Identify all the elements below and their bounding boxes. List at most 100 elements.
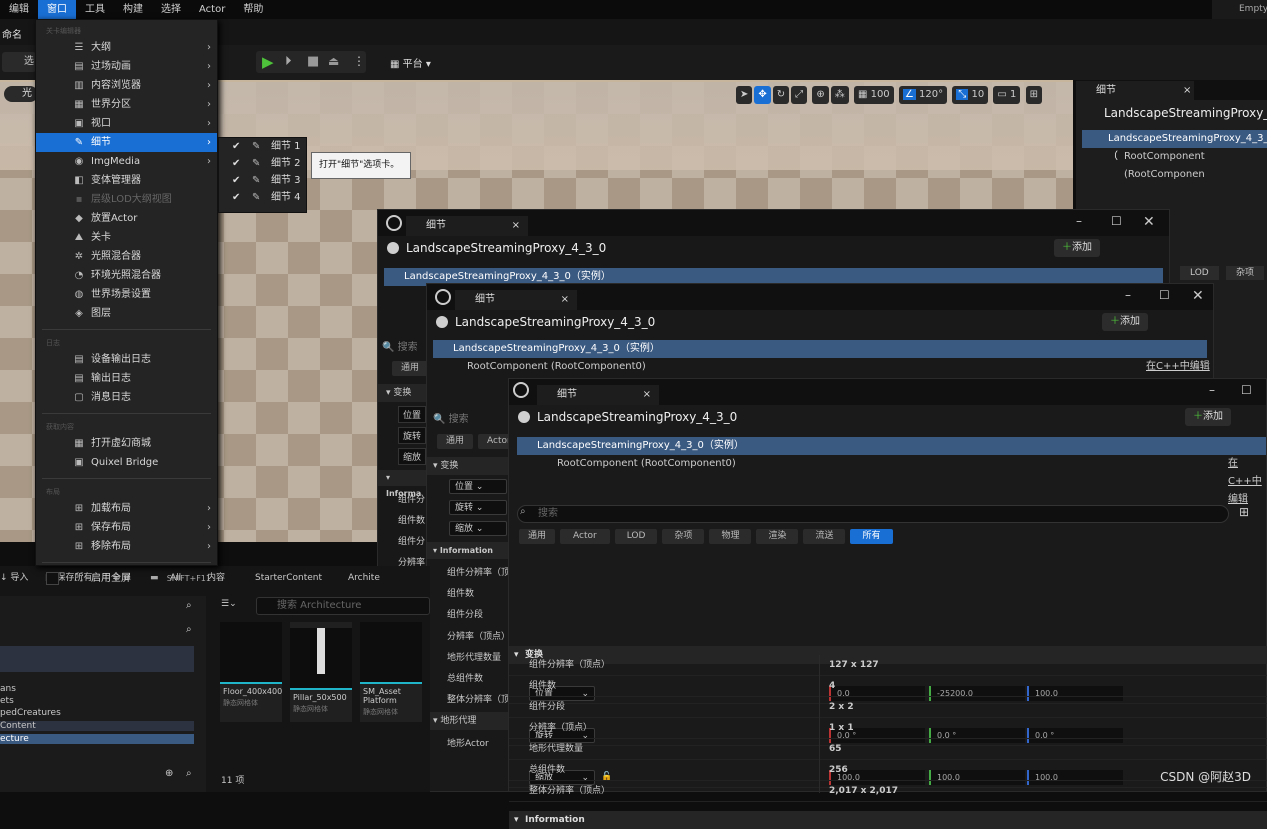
tab-details-docked[interactable]: 细节 ×	[1076, 81, 1194, 100]
filter-icon[interactable]: ☰⌄	[221, 599, 237, 609]
rotation-dropdown[interactable]: 旋转	[398, 427, 427, 444]
chip-lod[interactable]: LOD	[614, 529, 658, 544]
chip-general[interactable]: 通用	[519, 529, 556, 544]
chip-rendering[interactable]: 渲染	[756, 529, 799, 544]
selected-actor-row[interactable]: LandscapeStreamingProxy_4_3_0（实例）	[517, 437, 1266, 455]
angle-snap-button[interactable]: ∠ 120°	[898, 86, 948, 104]
asset-tile[interactable]: Pillar_50x500 静态网格体	[290, 622, 352, 722]
search-icon[interactable]: ⌕	[186, 768, 192, 779]
menu-item-device-log[interactable]: ▤ 设备输出日志	[36, 350, 217, 369]
menu-item-save-layout[interactable]: ⊞ 保存布局 ›	[36, 518, 217, 537]
chip-lod-docked[interactable]: LOD	[1180, 266, 1219, 280]
section-transform[interactable]: ▾ 变换	[427, 457, 509, 475]
edit-cpp-link[interactable]: 在C++中编辑	[1146, 358, 1210, 376]
scale-snap-button[interactable]: ⤡ 10	[952, 86, 989, 104]
chip-streaming[interactable]: 流送	[803, 529, 846, 544]
tree-item[interactable]: ets	[0, 696, 14, 706]
location-dropdown[interactable]: 位置	[398, 406, 427, 423]
minimize-icon[interactable]: –	[1125, 288, 1131, 302]
select-mode-button[interactable]: 选	[2, 52, 36, 72]
menu-item-levels[interactable]: ⛰ 关卡	[36, 228, 217, 247]
chip-misc[interactable]: 杂项	[662, 529, 705, 544]
grid-snap-button[interactable]: ▦ 100	[853, 86, 894, 104]
menu-item-viewport[interactable]: ▣ 视口 ›	[36, 114, 217, 133]
selected-actor-row[interactable]: LandscapeStreamingProxy_4_3_0（	[1082, 130, 1267, 162]
close-window-icon[interactable]: ✕	[1143, 214, 1155, 230]
menu-item-quixel[interactable]: ▣ Quixel Bridge	[36, 453, 217, 472]
add-icon[interactable]: ⊕	[165, 768, 173, 779]
menu-item-world-settings[interactable]: ◍ 世界场景设置	[36, 285, 217, 304]
menu-item-outliner[interactable]: ☰ 大纲 ›	[36, 38, 217, 57]
tree-item[interactable]: ans	[0, 684, 16, 694]
menu-item-layers[interactable]: ◈ 图层	[36, 304, 217, 323]
tree-item[interactable]: pedCreatures	[0, 708, 61, 718]
tab-details-1[interactable]: 细节 ×	[406, 216, 528, 236]
search-icon[interactable]: ⌕	[186, 624, 192, 635]
asset-tile[interactable]: SM_Asset Platform 静态网格体	[360, 622, 422, 722]
menu-window[interactable]: 窗口	[38, 0, 76, 19]
location-dropdown[interactable]: 位置 ⌄	[449, 479, 507, 494]
edit-cpp-link[interactable]: 在C++中编辑	[1228, 455, 1266, 509]
menu-item-marketplace[interactable]: ▦ 打开虚幻商城	[36, 434, 217, 453]
close-icon[interactable]: ×	[1183, 81, 1191, 100]
tree-item-selected[interactable]: ecture	[0, 734, 194, 744]
maximize-icon[interactable]: ☐	[1111, 214, 1122, 228]
chip-actor[interactable]: Actor	[560, 529, 610, 544]
section-transform[interactable]: ▾ 变换	[378, 384, 428, 402]
close-icon[interactable]: ×	[643, 385, 651, 405]
section-information[interactable]: ▾ Informa	[378, 470, 428, 498]
selected-actor-row[interactable]: LandscapeStreamingProxy_4_3_0（实例）	[433, 340, 1207, 358]
close-icon[interactable]: ×	[512, 216, 520, 236]
camera-speed-button[interactable]: ▭ 1	[993, 86, 1021, 104]
menu-item-details[interactable]: ✎ 细节 ›	[36, 133, 217, 152]
tab-details-3[interactable]: 细节 ×	[537, 385, 659, 405]
viewport-mode-button[interactable]: 光	[4, 86, 38, 102]
tab-details-2[interactable]: 细节 ×	[455, 290, 577, 310]
root-component-row[interactable]: RootComponent (RootComponent0) 在C++中编辑	[427, 358, 1213, 376]
minimize-icon[interactable]: –	[1076, 214, 1082, 228]
close-window-icon[interactable]: ✕	[1192, 288, 1204, 304]
menu-item-message-log[interactable]: ▢ 消息日志	[36, 388, 217, 407]
maximize-icon[interactable]: ☐	[1241, 383, 1252, 397]
submenu-details-4[interactable]: ✔ ✎ 细节 4	[219, 189, 306, 206]
chip-physics[interactable]: 物理	[709, 529, 752, 544]
menu-item-world-partition[interactable]: ▦ 世界分区 ›	[36, 95, 217, 114]
breadcrumb-starter[interactable]: StarterContent	[255, 566, 322, 590]
menu-item-load-layout[interactable]: ⊞ 加载布局 ›	[36, 499, 217, 518]
menu-help[interactable]: 帮助	[234, 0, 272, 19]
menu-item-variant-manager[interactable]: ◧ 变体管理器	[36, 171, 217, 190]
maximize-viewport-icon[interactable]: ⊞	[1025, 86, 1042, 104]
menu-tools[interactable]: 工具	[76, 0, 114, 19]
import-button[interactable]: ↓ 导入	[0, 566, 28, 590]
add-component-button[interactable]: ＋添加	[1185, 408, 1231, 426]
minimize-icon[interactable]: –	[1209, 383, 1215, 397]
submenu-details-2[interactable]: ✔ ✎ 细节 2	[219, 155, 306, 172]
menu-item-cinematics[interactable]: ▤ 过场动画 ›	[36, 57, 217, 76]
platform-button[interactable]: ▦ 平台 ▾	[390, 55, 431, 70]
root-component-row[interactable]: RootComponent (RootComponen	[1076, 148, 1267, 180]
menu-item-output-log[interactable]: ▤ 输出日志	[36, 369, 217, 388]
asset-search-input[interactable]: 搜索 Architecture	[256, 597, 430, 615]
step-icon[interactable]: ⏵	[285, 54, 292, 69]
menu-item-content-browser[interactable]: ▥ 内容浏览器 ›	[36, 76, 217, 95]
asset-tile[interactable]: Floor_400x400 静态网格体	[220, 622, 282, 722]
eject-icon[interactable]: ⏏	[328, 54, 339, 68]
menu-edit[interactable]: 编辑	[0, 0, 38, 19]
menu-build[interactable]: 构建	[114, 0, 152, 19]
scale-dropdown[interactable]: 缩放	[398, 448, 427, 465]
scale-dropdown[interactable]: 缩放 ⌄	[449, 521, 507, 536]
menu-item-env-light-mixer[interactable]: ◔ 环境光照混合器	[36, 266, 217, 285]
stop-icon[interactable]: ■	[307, 54, 319, 69]
menu-item-fullscreen[interactable]: ⛶ 启用全屏 SHIFT+F11	[36, 569, 217, 588]
chip-all[interactable]: 所有	[850, 529, 893, 544]
breadcrumb-arch[interactable]: Archite	[348, 566, 380, 590]
select-tool-icon[interactable]: ➤	[736, 86, 753, 104]
chip-misc-docked[interactable]: 杂项	[1226, 266, 1265, 280]
submenu-details-3[interactable]: ✔ ✎ 细节 3	[219, 172, 306, 189]
more-icon[interactable]: ⋮	[353, 54, 365, 68]
menu-select[interactable]: 选择	[152, 0, 190, 19]
root-component-row[interactable]: RootComponent (RootComponent0) 在C++中编辑	[509, 455, 1266, 505]
submenu-details-1[interactable]: ✔ ✎ 细节 1	[219, 138, 306, 155]
checkbox[interactable]	[46, 572, 59, 585]
rotate-tool-icon[interactable]: ↻	[772, 86, 790, 104]
